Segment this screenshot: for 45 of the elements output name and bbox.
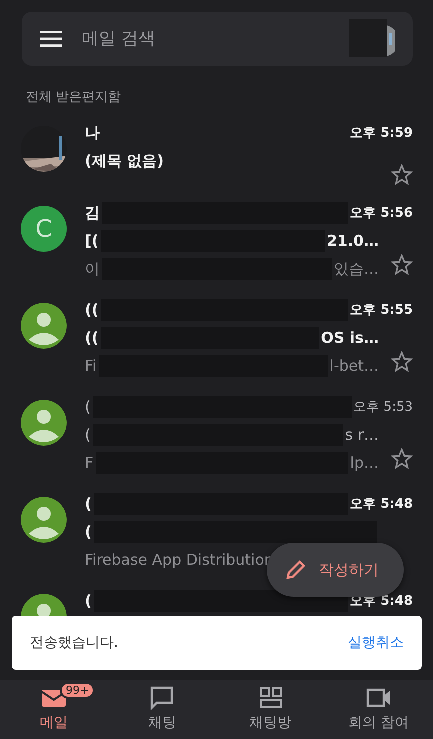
email-preview: F	[85, 454, 94, 472]
email-subject: (	[85, 523, 92, 541]
nav-tab[interactable]: 메일 99+	[0, 680, 108, 739]
sender-name: (	[85, 398, 91, 416]
email-subject: ((	[85, 329, 99, 347]
email-subject: (제목 없음)	[85, 152, 164, 170]
sender-name: 김	[85, 204, 100, 222]
email-time: 오후 5:55	[350, 302, 413, 319]
email-subject: [(	[85, 232, 99, 250]
sender-name: (	[85, 495, 92, 513]
pencil-icon	[285, 559, 307, 581]
email-subject: (	[85, 426, 91, 444]
email-subject: s r…	[345, 426, 379, 444]
email-subject: 21.0…	[326, 232, 379, 250]
email-preview: 이	[85, 260, 100, 278]
snackbar-message: 전송했습니다.	[30, 634, 118, 652]
avatar: C	[21, 206, 67, 252]
email-time: 오후 5:53	[354, 399, 413, 416]
nav-tab[interactable]: 채팅	[108, 680, 216, 739]
star-icon[interactable]	[391, 448, 413, 470]
search-bar[interactable]: 메일 검색	[22, 12, 413, 66]
undo-button[interactable]: 실행취소	[348, 634, 404, 652]
nav-tab[interactable]: 채팅방	[216, 680, 325, 739]
email-time: 오후 5:56	[350, 205, 413, 222]
unread-count-badge: 99+	[60, 682, 96, 699]
email-preview: lp…	[350, 454, 379, 472]
email-preview: l-bet…	[330, 357, 379, 375]
sender-name: 나	[85, 124, 100, 142]
email-preview: 있습…	[334, 260, 379, 278]
chat-icon	[149, 686, 176, 710]
nav-tab[interactable]: 회의 참여	[324, 680, 433, 739]
star-icon[interactable]	[391, 351, 413, 373]
section-label: 전체 받은편지함	[26, 89, 122, 106]
grid-icon	[258, 686, 284, 710]
star-icon[interactable]	[391, 164, 413, 186]
menu-icon[interactable]	[40, 31, 62, 47]
video-camera-icon	[366, 686, 392, 710]
sender-name: ((	[85, 301, 99, 319]
search-field[interactable]: 메일 검색	[82, 29, 329, 49]
sender-name: (	[85, 592, 92, 610]
email-time: 오후 5:48	[350, 496, 413, 513]
email-time: 오후 5:59	[350, 125, 413, 142]
email-subject: OS is…	[321, 329, 379, 347]
email-preview: Fi	[85, 357, 97, 375]
star-icon[interactable]	[391, 254, 413, 276]
